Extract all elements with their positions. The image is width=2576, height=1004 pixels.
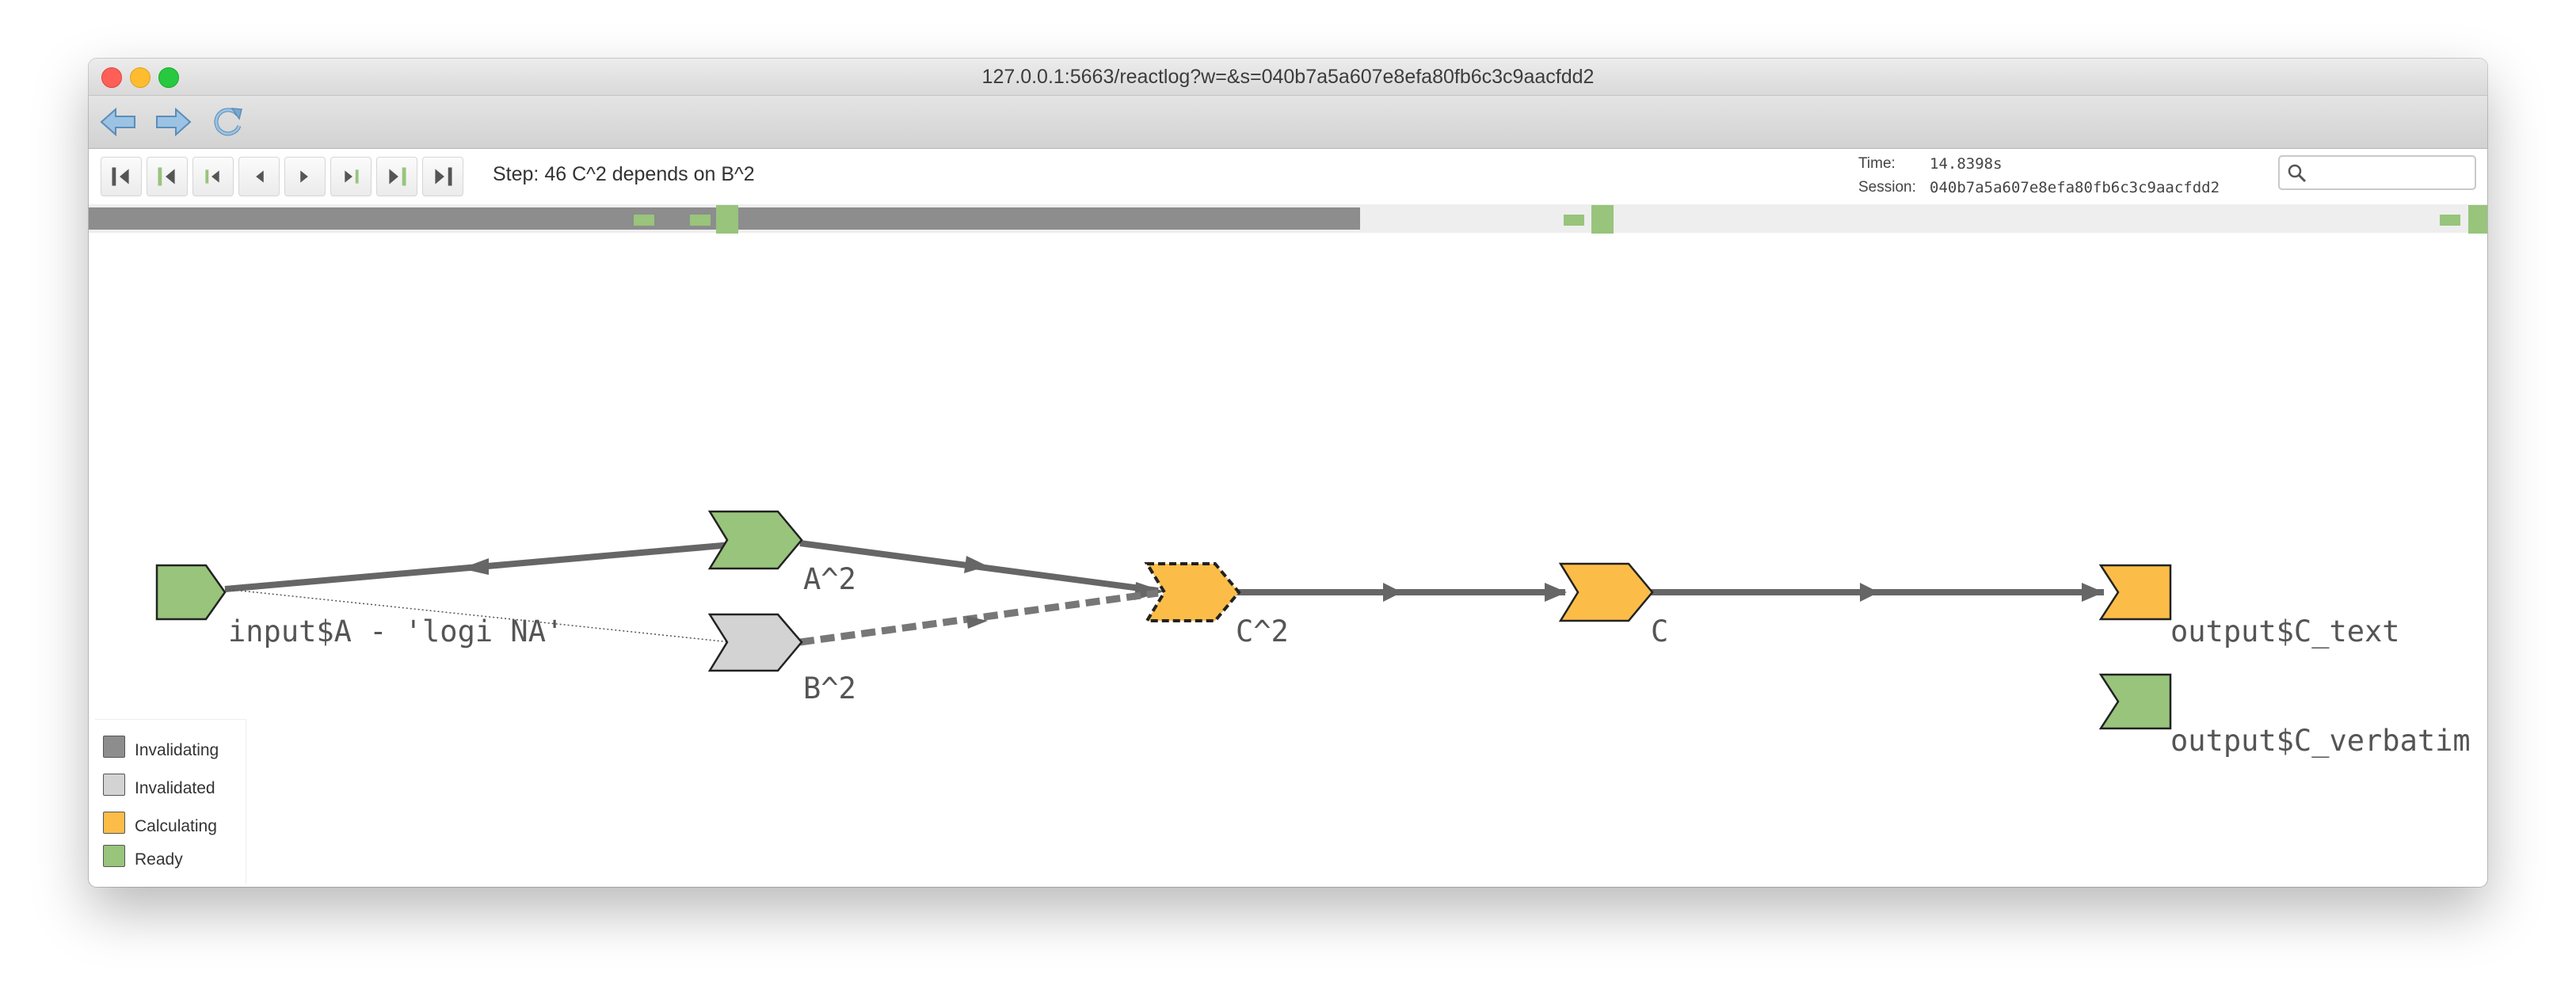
- step-controls: Step: 46 C^2 depends on B^2 Time: 14.839…: [89, 149, 2487, 204]
- node-label-A-squared: A^2: [803, 562, 856, 596]
- node-A-squared[interactable]: [707, 510, 803, 570]
- step-forward-icon: [300, 170, 308, 183]
- node-B-squared[interactable]: [707, 613, 803, 672]
- refresh-button[interactable]: [208, 102, 249, 142]
- browser-window: 127.0.0.1:5663/reactlog?w=&s=040b7a5a607…: [89, 59, 2487, 887]
- step-description: Step: 46 C^2 depends on B^2: [493, 163, 755, 185]
- legend-swatch: [103, 845, 125, 867]
- legend-label: Invalidating: [135, 741, 219, 759]
- title-bar: 127.0.0.1:5663/reactlog?w=&s=040b7a5a607…: [89, 59, 2487, 96]
- edge-B2-C2: [799, 589, 1159, 646]
- arrow-left-icon: [100, 107, 135, 137]
- session-label: Session:: [1858, 179, 1916, 196]
- prev-idle-button[interactable]: [147, 157, 188, 196]
- legend-label: Calculating: [135, 817, 217, 835]
- state-legend: Invalidating Invalidated Calculating Rea…: [95, 719, 246, 884]
- edge-arrow: [1383, 583, 1402, 602]
- prev-cycle-button[interactable]: [192, 157, 234, 196]
- back-button[interactable]: [98, 102, 139, 142]
- prev-idle-icon: [158, 167, 175, 186]
- timeline-marker[interactable]: [634, 215, 654, 226]
- node-label-C: C: [1651, 614, 1669, 648]
- first-step-button[interactable]: [101, 157, 142, 196]
- node-output-C-verbatim[interactable]: [2098, 673, 2172, 730]
- search-box[interactable]: [2278, 155, 2476, 190]
- next-idle-button[interactable]: [376, 157, 417, 196]
- node-label-B-squared: B^2: [803, 671, 856, 705]
- edge-arrow: [1860, 583, 1879, 602]
- node-label-C-squared: C^2: [1236, 614, 1289, 648]
- search-input[interactable]: [2311, 160, 2473, 187]
- skip-to-start-icon: [112, 167, 129, 186]
- step-back-icon: [256, 170, 264, 183]
- forward-button[interactable]: [152, 102, 193, 142]
- legend-label: Ready: [135, 850, 183, 869]
- legend-swatch: [103, 812, 125, 834]
- edge-arrowhead: [2082, 583, 2104, 602]
- next-cycle-button[interactable]: [330, 157, 372, 196]
- legend-swatch: [103, 736, 125, 758]
- edge-inputA-A2: [224, 537, 787, 592]
- next-idle-icon: [389, 167, 406, 186]
- timeline-marker[interactable]: [1564, 215, 1584, 226]
- node-input-A[interactable]: [155, 564, 227, 621]
- timeline-marker[interactable]: [1591, 205, 1614, 234]
- timeline-marker[interactable]: [2440, 215, 2460, 226]
- node-label-input-A: input$A - 'logi NA': [228, 614, 564, 648]
- legend-swatch: [103, 774, 125, 796]
- timeline-marker-current[interactable]: [716, 205, 738, 234]
- time-label: Time:: [1858, 155, 1896, 172]
- search-icon: [2288, 164, 2307, 183]
- time-value: 14.8398s: [1930, 155, 2002, 173]
- legend-label: Invalidated: [135, 779, 215, 797]
- session-value: 040b7a5a607e8efa80fb6c3c9aacfdd2: [1930, 179, 2220, 196]
- prev-cycle-icon: [205, 169, 219, 184]
- skip-to-end-icon: [435, 167, 452, 186]
- window-title: 127.0.0.1:5663/reactlog?w=&s=040b7a5a607…: [981, 66, 1595, 88]
- node-C[interactable]: [1558, 562, 1654, 622]
- node-output-C-text[interactable]: [2098, 564, 2172, 621]
- last-step-button[interactable]: [422, 157, 463, 196]
- next-step-button[interactable]: [284, 157, 326, 196]
- browser-toolbar: [89, 96, 2487, 149]
- graph-canvas: [155, 510, 2172, 730]
- prev-step-button[interactable]: [238, 157, 280, 196]
- node-label-output-C-text: output$C_text: [2170, 614, 2400, 648]
- timeline-marker[interactable]: [2468, 205, 2487, 234]
- timeline-bar[interactable]: [89, 204, 2487, 234]
- timeline-marker[interactable]: [690, 215, 711, 226]
- next-cycle-icon: [345, 169, 359, 184]
- reactive-graph: input$A - 'logi NA' A^2 B^2 C^2 C output…: [89, 233, 2487, 887]
- node-label-output-C-verbatim: output$C_verbatim: [2170, 724, 2471, 758]
- refresh-icon: [214, 108, 242, 136]
- edge-arrowhead: [1545, 583, 1567, 602]
- arrow-right-icon: [156, 107, 192, 137]
